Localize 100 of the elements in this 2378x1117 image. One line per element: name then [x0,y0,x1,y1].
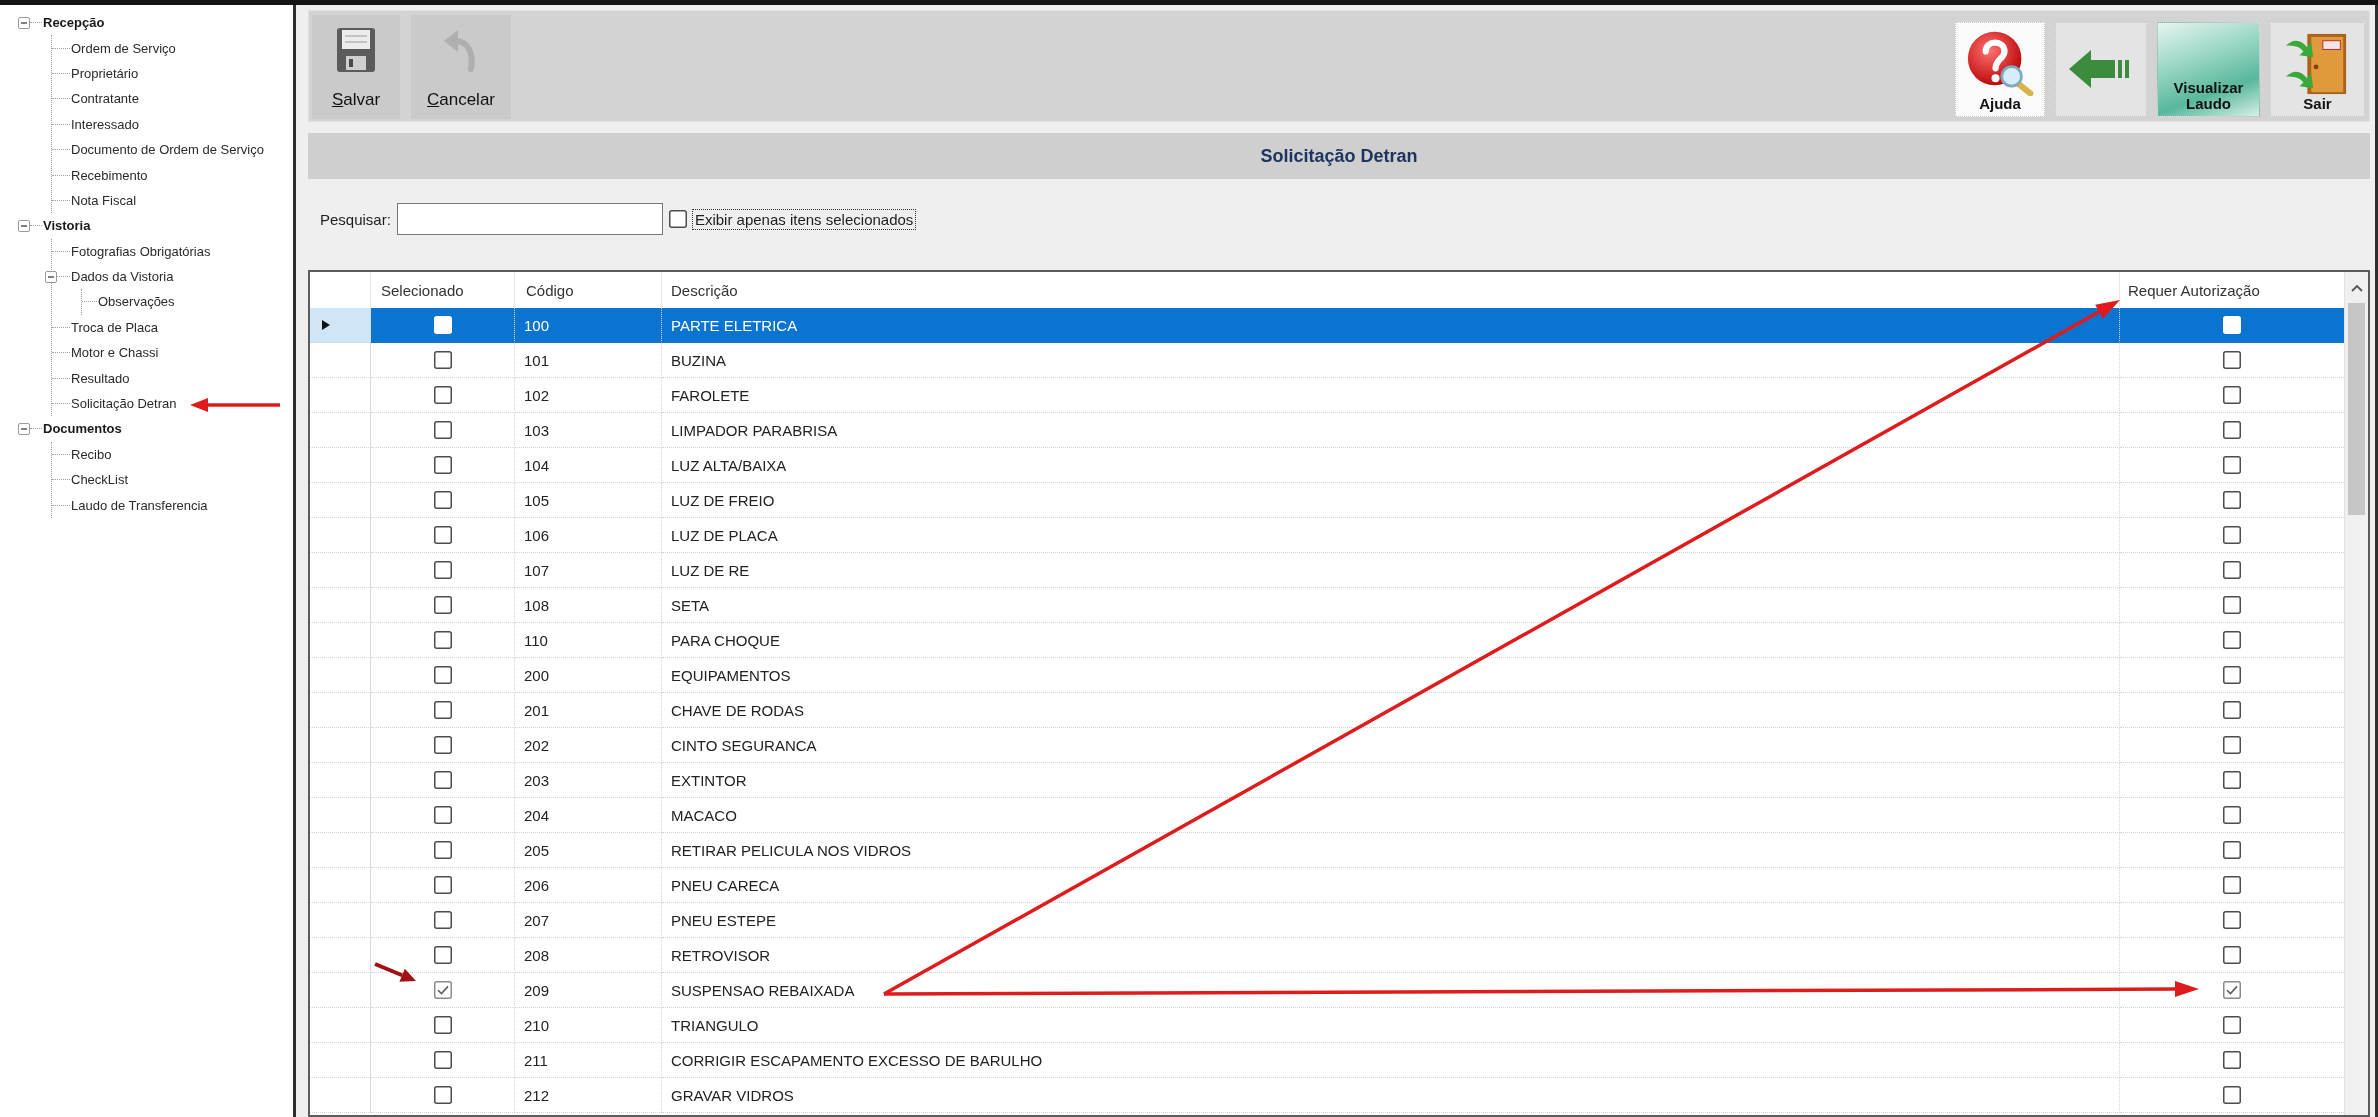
tree-item[interactable]: Solicitação Detran [70,396,177,412]
checkbox[interactable] [2223,841,2241,859]
table-row[interactable]: 208 RETROVISOR [310,938,2344,973]
table-row[interactable]: 209 SUSPENSAO REBAIXADA [310,973,2344,1008]
checkbox[interactable] [2223,1051,2241,1069]
table-row[interactable]: 110 PARA CHOQUE [310,623,2344,658]
checkbox[interactable] [433,386,452,404]
checkbox[interactable] [433,666,452,684]
checkbox[interactable] [2223,666,2241,684]
tree-item[interactable]: Fotografias Obrigatórias [70,243,211,259]
back-button[interactable] [2055,22,2147,117]
checkbox[interactable] [2223,981,2241,999]
checkbox[interactable] [433,946,452,964]
tree-item[interactable]: Documentos [42,421,122,437]
tree-item[interactable]: Resultado [70,370,130,386]
table-row[interactable]: 204 MACACO [310,798,2344,833]
tree-item[interactable]: Observações [97,294,175,310]
scrollbar-thumb[interactable] [2348,303,2365,515]
table-row[interactable]: 203 EXTINTOR [310,763,2344,798]
table-row[interactable]: 211 CORRIGIR ESCAPAMENTO EXCESSO DE BARULHO [310,1043,2344,1078]
tree-item[interactable]: Dados da Vistoria [70,269,174,285]
checkbox[interactable] [433,771,452,789]
checkbox[interactable] [433,981,452,999]
view-report-button[interactable]: Visualizar Laudo [2157,22,2260,117]
tree-item[interactable]: Interessado [70,116,139,132]
table-row[interactable]: 212 GRAVAR VIDROS [310,1078,2344,1113]
collapse-icon[interactable] [18,16,30,29]
table-row[interactable]: 103 LIMPADOR PARABRISA [310,413,2344,448]
checkbox[interactable] [2223,701,2241,719]
checkbox[interactable] [2223,561,2241,579]
collapse-icon[interactable] [18,219,30,232]
tree-item[interactable]: CheckList [70,472,129,488]
checkbox[interactable] [433,1086,452,1104]
checkbox[interactable] [2223,491,2241,509]
checkbox[interactable] [433,491,452,509]
checkbox[interactable] [433,1051,452,1069]
checkbox[interactable] [433,841,452,859]
column-header[interactable]: Requer Autorização [2120,272,2344,308]
checkbox[interactable] [2223,771,2241,789]
checkbox[interactable] [2223,526,2241,544]
checkbox[interactable] [2223,946,2241,964]
tree-item[interactable]: Troca de Placa [70,319,158,335]
checkbox[interactable] [433,561,452,579]
table-row[interactable]: 200 EQUIPAMENTOS [310,658,2344,693]
table-row[interactable]: 104 LUZ ALTA/BAIXA [310,448,2344,483]
table-row[interactable]: 207 PNEU ESTEPE [310,903,2344,938]
checkbox[interactable] [2223,806,2241,824]
checkbox[interactable] [433,596,452,614]
checkbox[interactable] [433,911,452,929]
tree-item[interactable]: Documento de Ordem de Serviço [70,142,264,158]
tree-item[interactable]: Motor e Chassi [70,345,159,361]
tree-item[interactable]: Vistoria [42,218,91,234]
table-row[interactable]: 108 SETA [310,588,2344,623]
table-row[interactable]: 106 LUZ DE PLACA [310,518,2344,553]
table-row[interactable]: 102 FAROLETE [310,378,2344,413]
checkbox[interactable] [433,806,452,824]
table-row[interactable]: 101 BUZINA [310,343,2344,378]
checkbox[interactable] [2223,351,2241,369]
tree-item[interactable]: Ordem de Serviço [70,40,176,56]
table-row[interactable]: 206 PNEU CARECA [310,868,2344,903]
checkbox[interactable] [2223,736,2241,754]
tree-item[interactable]: Recebimento [70,167,148,183]
checkbox[interactable] [2223,596,2241,614]
search-field[interactable] [396,203,663,235]
help-button[interactable]: Ajuda [1955,22,2045,117]
checkbox[interactable] [433,736,452,754]
checkbox[interactable] [433,876,452,894]
checkbox[interactable] [433,421,452,439]
checkbox[interactable] [668,210,687,228]
checkbox-label[interactable]: Exibir apenas itens selecionados [691,208,917,230]
table-row[interactable]: 201 CHAVE DE RODAS [310,693,2344,728]
checkbox[interactable] [2223,876,2241,894]
tree-item[interactable]: Recepção [42,15,105,31]
tree-item[interactable]: Laudo de Transferencia [70,497,208,513]
checkbox[interactable] [433,631,452,649]
checkbox[interactable] [433,1016,452,1034]
checkbox[interactable] [2223,386,2241,404]
table-row[interactable]: 105 LUZ DE FREIO [310,483,2344,518]
checkbox[interactable] [433,701,452,719]
exit-button[interactable]: Sair [2270,22,2365,117]
checkbox[interactable] [433,456,452,474]
checkbox[interactable] [2223,456,2241,474]
table-row[interactable]: 107 LUZ DE RE [310,553,2344,588]
checkbox[interactable] [2223,1086,2241,1104]
checkbox[interactable] [2223,421,2241,439]
checkbox[interactable] [2223,1016,2241,1034]
checkbox[interactable] [433,351,452,369]
chevron-up-icon[interactable] [2350,283,2363,292]
tree-item[interactable]: Recibo [70,446,112,462]
collapse-icon[interactable] [18,422,30,435]
table-row[interactable]: 210 TRIANGULO [310,1008,2344,1043]
collapse-icon[interactable] [45,270,57,283]
table-row[interactable]: 205 RETIRAR PELICULA NOS VIDROS [310,833,2344,868]
checkbox[interactable] [2223,631,2241,649]
table-row[interactable]: 202 CINTO SEGURANCA [310,728,2344,763]
tree-item[interactable]: Nota Fiscal [70,192,137,208]
checkbox[interactable] [433,526,452,544]
tree-item[interactable]: Proprietário [70,65,139,81]
save-button[interactable]: Salvar [312,15,400,119]
checkbox[interactable] [2223,911,2241,929]
